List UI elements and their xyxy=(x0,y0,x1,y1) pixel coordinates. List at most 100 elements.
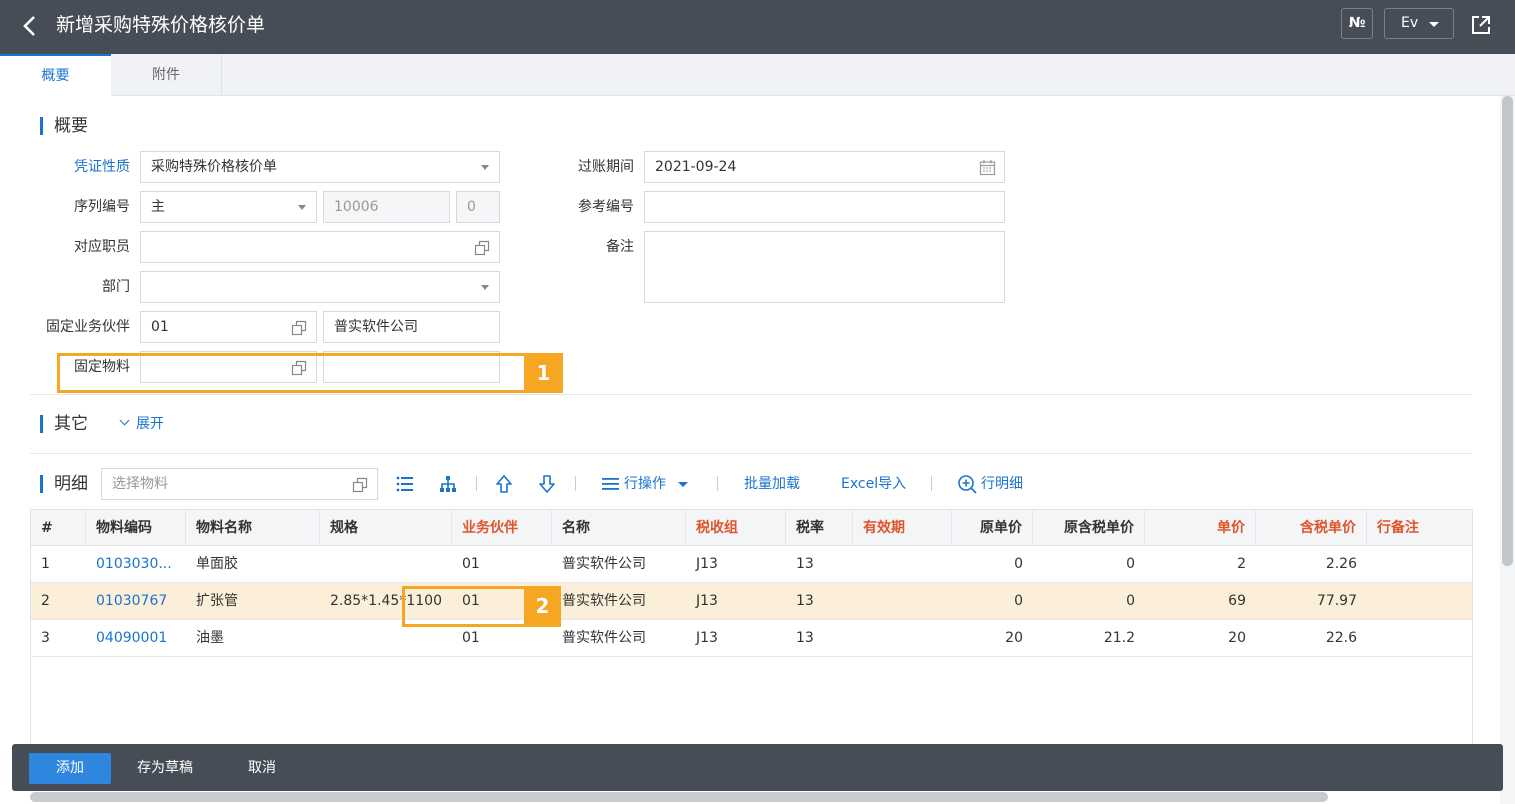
calendar-icon[interactable] xyxy=(979,159,996,176)
column-header-row-remark[interactable]: 行备注 xyxy=(1367,510,1472,546)
employee-lookup-field[interactable] xyxy=(140,231,500,263)
chevron-down-icon xyxy=(481,165,489,170)
column-header-index[interactable]: # xyxy=(31,510,86,546)
ev-dropdown-button[interactable]: Ev xyxy=(1384,8,1454,39)
export-icon[interactable] xyxy=(1470,14,1492,36)
scrollbar-thumb[interactable] xyxy=(1502,96,1513,566)
reference-number-field[interactable] xyxy=(644,191,1005,223)
material-search-input[interactable]: 选择物料 xyxy=(101,468,378,500)
column-header-material-name[interactable]: 物料名称 xyxy=(186,510,320,546)
toolbar-separator xyxy=(575,476,576,491)
cell-validity xyxy=(853,546,952,582)
detail-grid: # 物料编码 物料名称 规格 业务伙伴 名称 税收组 税率 有效期 原单价 原含… xyxy=(30,509,1473,749)
voucher-type-value: 采购特殊价格核价单 xyxy=(151,159,277,175)
cell-tax-group: J13 xyxy=(696,556,718,572)
section-divider xyxy=(30,453,1472,454)
lookup-icon[interactable] xyxy=(474,240,490,256)
lookup-icon[interactable] xyxy=(291,320,307,336)
back-arrow-icon[interactable] xyxy=(20,14,40,38)
department-select[interactable] xyxy=(140,271,500,303)
serial-label: 序列编号 xyxy=(74,199,130,215)
number-button[interactable]: № xyxy=(1341,8,1373,39)
row-operations-dropdown[interactable]: 行操作 xyxy=(624,473,689,495)
cell-price: 2 xyxy=(1237,556,1246,572)
cell-material-name: 单面胶 xyxy=(196,556,238,572)
cell-tax-rate: 13 xyxy=(796,630,814,646)
cell-original-tax-price: 0 xyxy=(1126,593,1135,609)
partner-code-field[interactable]: 01 xyxy=(140,311,317,343)
column-header-original-price[interactable]: 原单价 xyxy=(952,510,1033,546)
table-row[interactable]: 1 0103030... 单面胶 01 普实软件公司 J13 13 0 0 2 … xyxy=(31,546,1472,583)
cell-original-tax-price: 0 xyxy=(1126,556,1135,572)
remark-textarea[interactable] xyxy=(644,231,1005,303)
serial-series-value: 主 xyxy=(151,199,165,215)
batch-load-button[interactable]: 批量加载 xyxy=(744,473,800,495)
expand-toggle[interactable]: 展开 xyxy=(118,414,164,434)
vertical-scrollbar[interactable] xyxy=(1500,96,1515,804)
column-header-validity[interactable]: 有效期 xyxy=(853,510,952,546)
cell-row-remark xyxy=(1367,546,1472,582)
partner-code-value: 01 xyxy=(151,319,169,335)
top-bar: 新增采购特殊价格核价单 № Ev xyxy=(0,0,1515,54)
excel-import-button[interactable]: Excel导入 xyxy=(841,473,906,495)
move-up-icon[interactable] xyxy=(494,474,514,494)
detail-section-title: 明细 xyxy=(40,475,88,493)
lookup-icon[interactable] xyxy=(352,477,368,493)
cell-tax-rate: 13 xyxy=(796,556,814,572)
posting-period-field[interactable]: 2021-09-24 xyxy=(644,151,1005,183)
column-header-tax-group[interactable]: 税收组 xyxy=(686,510,786,546)
column-header-material-code[interactable]: 物料编码 xyxy=(86,510,186,546)
column-header-tax-price[interactable]: 含税单价 xyxy=(1256,510,1367,546)
partner-name-field[interactable]: 普实软件公司 xyxy=(323,311,500,343)
column-header-partner-name[interactable]: 名称 xyxy=(552,510,686,546)
column-header-tax-rate[interactable]: 税率 xyxy=(786,510,853,546)
voucher-type-label: 凭证性质 xyxy=(74,159,130,175)
cell-material-code[interactable]: 0103030... xyxy=(86,546,186,582)
voucher-type-select[interactable]: 采购特殊价格核价单 xyxy=(140,151,500,183)
cell-index: 2 xyxy=(41,593,50,609)
move-down-icon[interactable] xyxy=(537,474,557,494)
column-header-spec[interactable]: 规格 xyxy=(320,510,452,546)
cell-material-code[interactable]: 01030767 xyxy=(86,583,186,619)
column-header-partner[interactable]: 业务伙伴 xyxy=(452,510,552,546)
cell-material-code[interactable]: 04090001 xyxy=(86,620,186,656)
chevron-down-icon xyxy=(481,285,489,290)
save-draft-button[interactable]: 存为草稿 xyxy=(137,753,193,784)
cell-partner-name: 普实软件公司 xyxy=(562,593,646,609)
cancel-button[interactable]: 取消 xyxy=(248,753,276,784)
cell-index: 1 xyxy=(41,556,50,572)
highlight-box-1 xyxy=(57,353,527,393)
cell-row-remark xyxy=(1367,583,1472,619)
cell-original-tax-price: 21.2 xyxy=(1103,630,1135,646)
row-detail-button[interactable]: 行明细 xyxy=(981,473,1023,495)
table-row[interactable]: 2 01030767 扩张管 2.85*1.45*1100 01 普实软件公司 … xyxy=(31,583,1472,620)
annotation-badge-1: 1 xyxy=(524,353,563,393)
tab-attachments[interactable]: 附件 xyxy=(111,54,222,96)
tab-summary[interactable]: 概要 xyxy=(0,54,111,97)
highlight-box-2 xyxy=(402,586,529,627)
list-view-icon[interactable] xyxy=(395,474,415,494)
zoom-in-icon[interactable] xyxy=(957,474,977,494)
grid-header: # 物料编码 物料名称 规格 业务伙伴 名称 税收组 税率 有效期 原单价 原含… xyxy=(31,510,1472,546)
table-row[interactable]: 3 04090001 油墨 01 普实软件公司 J13 13 20 21.2 2… xyxy=(31,620,1472,657)
cell-tax-price: 22.6 xyxy=(1325,630,1357,646)
column-header-price[interactable]: 单价 xyxy=(1145,510,1256,546)
summary-section-title: 概要 xyxy=(40,117,88,135)
column-header-original-tax-price[interactable]: 原含税单价 xyxy=(1033,510,1145,546)
caret-down-icon xyxy=(678,481,689,487)
tree-view-icon[interactable] xyxy=(438,474,458,494)
section-divider xyxy=(30,394,1472,395)
cell-material-name: 扩张管 xyxy=(196,593,238,609)
cell-tax-rate: 13 xyxy=(796,593,814,609)
cell-original-price: 0 xyxy=(1014,556,1023,572)
horizontal-scrollbar[interactable] xyxy=(30,792,1328,802)
cell-tax-price: 77.97 xyxy=(1316,593,1357,609)
page-title: 新增采购特殊价格核价单 xyxy=(56,14,266,36)
cell-partner: 01 xyxy=(462,556,480,572)
add-button[interactable]: 添加 xyxy=(29,753,111,784)
cell-material-name: 油墨 xyxy=(196,630,224,646)
tab-bar: 概要 附件 xyxy=(0,54,1515,97)
posting-period-label: 过账期间 xyxy=(578,159,634,175)
cell-tax-price: 2.26 xyxy=(1325,556,1357,572)
serial-series-select[interactable]: 主 xyxy=(140,191,317,223)
